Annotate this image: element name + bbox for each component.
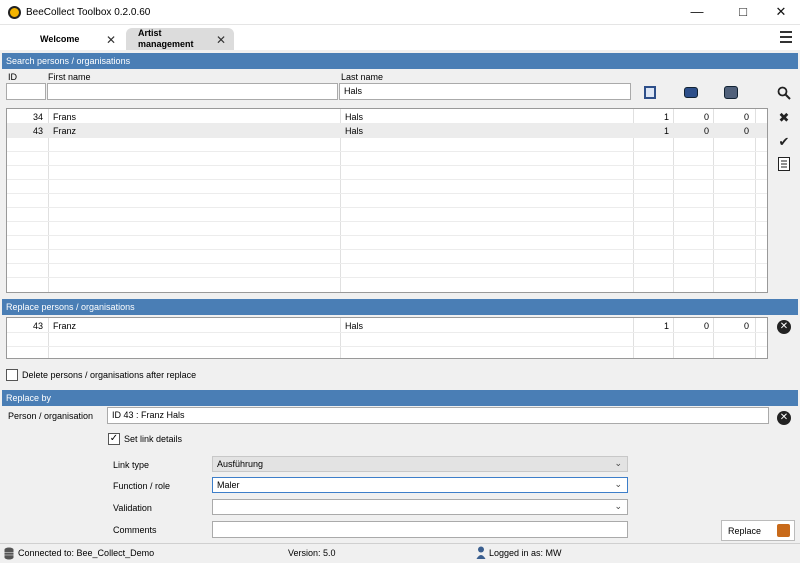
replace-button[interactable]: Replace	[721, 520, 795, 541]
tab-label: Welcome	[40, 34, 80, 44]
link-type-value: Ausführung	[217, 459, 264, 469]
user-icon	[476, 546, 486, 559]
row-count-3: 0	[743, 112, 749, 122]
row-count-2: 0	[703, 112, 709, 122]
first-name-search-input[interactable]	[47, 83, 338, 100]
row-count-3: 0	[743, 321, 749, 331]
delete-after-replace-label: Delete persons / organisations after rep…	[22, 370, 197, 380]
window-title: BeeCollect Toolbox 0.2.0.60	[26, 7, 151, 18]
row-id: 43	[32, 321, 43, 331]
set-link-details-checkbox[interactable]: ✓	[108, 433, 120, 445]
links-count-icon	[724, 86, 738, 99]
row-count-2: 0	[703, 126, 709, 136]
person-organisation-field[interactable]: ID 43 : Franz Hals	[107, 407, 769, 424]
title-bar: BeeCollect Toolbox 0.2.0.60 — □ ✕	[0, 0, 800, 25]
row-id: 34	[32, 112, 43, 122]
delete-after-replace-checkbox[interactable]	[6, 369, 18, 381]
first-name-column-label: First name	[48, 72, 91, 82]
maximize-button[interactable]: □	[726, 0, 760, 24]
minimize-button[interactable]: —	[680, 0, 714, 24]
row-count-1: 1	[663, 126, 669, 136]
table-row[interactable]: 43 Franz Hals 1 0 0	[7, 124, 767, 138]
connection-status: Connected to: Bee_Collect_Demo	[18, 548, 155, 558]
database-icon	[4, 547, 14, 560]
details-list-icon[interactable]	[775, 157, 793, 175]
row-count-3: 0	[743, 126, 749, 136]
row-last-name: Hals	[345, 112, 364, 122]
row-first-name: Franz	[53, 321, 77, 331]
close-tab-icon[interactable]: ✕	[216, 33, 226, 47]
link-type-label: Link type	[113, 460, 150, 470]
clear-person-icon[interactable]: ✕	[777, 411, 791, 425]
last-name-column-label: Last name	[341, 72, 384, 82]
validation-label: Validation	[113, 503, 152, 513]
close-window-button[interactable]: ✕	[764, 0, 798, 24]
search-results-grid[interactable]: 34 Frans Hals 1 0 0 43 Franz Hals 1 0 0	[6, 108, 768, 293]
chevron-down-icon: ⌄	[614, 458, 622, 468]
id-search-input[interactable]	[6, 83, 46, 100]
tab-artist-management[interactable]: Artist management ✕	[126, 28, 234, 50]
clear-icon[interactable]: ✖	[775, 109, 793, 127]
tab-strip: Welcome ✕ Artist management ✕	[0, 25, 800, 50]
replace-grid[interactable]: 43 Franz Hals 1 0 0	[6, 317, 768, 359]
search-icon[interactable]	[775, 86, 793, 104]
function-role-value: Maler	[217, 480, 240, 490]
row-last-name: Hals	[345, 126, 364, 136]
table-row[interactable]: 34 Frans Hals 1 0 0	[7, 110, 767, 124]
row-first-name: Frans	[53, 112, 77, 122]
search-section-header: Search persons / organisations	[2, 53, 798, 69]
function-role-label: Function / role	[113, 481, 171, 491]
row-count-2: 0	[703, 321, 709, 331]
id-column-label: ID	[8, 72, 17, 82]
function-role-select[interactable]: Maler ⌄	[212, 477, 628, 493]
collection-count-icon	[684, 87, 698, 98]
replace-section-header: Replace persons / organisations	[2, 299, 798, 315]
remove-replace-icon[interactable]: ✕	[777, 320, 791, 334]
app-logo-icon	[8, 6, 21, 19]
person-organisation-label: Person / organisation	[8, 411, 94, 421]
row-id: 43	[32, 126, 43, 136]
menu-icon[interactable]	[776, 28, 796, 46]
objects-count-icon	[644, 86, 656, 99]
tab-welcome[interactable]: Welcome ✕	[28, 28, 124, 50]
last-name-search-input[interactable]: Hals	[339, 83, 631, 100]
comments-label: Comments	[113, 525, 157, 535]
close-tab-icon[interactable]: ✕	[106, 33, 116, 47]
replace-button-label: Replace	[728, 526, 762, 536]
version-status: Version: 5.0	[288, 548, 336, 558]
link-type-select[interactable]: Ausführung ⌄	[212, 456, 628, 472]
logged-in-status: Logged in as: MW	[489, 548, 562, 558]
row-count-1: 1	[663, 321, 669, 331]
row-last-name: Hals	[345, 321, 364, 331]
replace-by-section-header: Replace by	[2, 390, 798, 406]
chevron-down-icon: ⌄	[614, 501, 622, 511]
row-first-name: Franz	[53, 126, 77, 136]
replace-persons-icon	[777, 524, 790, 537]
status-bar: Connected to: Bee_Collect_Demo Version: …	[0, 543, 800, 563]
confirm-check-icon[interactable]: ✔	[775, 133, 793, 151]
tab-label: Artist management	[138, 28, 194, 49]
table-row[interactable]: 43 Franz Hals 1 0 0	[7, 319, 767, 333]
validation-select[interactable]: ⌄	[212, 499, 628, 515]
comments-input[interactable]	[212, 521, 628, 538]
chevron-down-icon: ⌄	[614, 479, 622, 489]
set-link-details-label: Set link details	[124, 434, 183, 444]
row-count-1: 1	[663, 112, 669, 122]
